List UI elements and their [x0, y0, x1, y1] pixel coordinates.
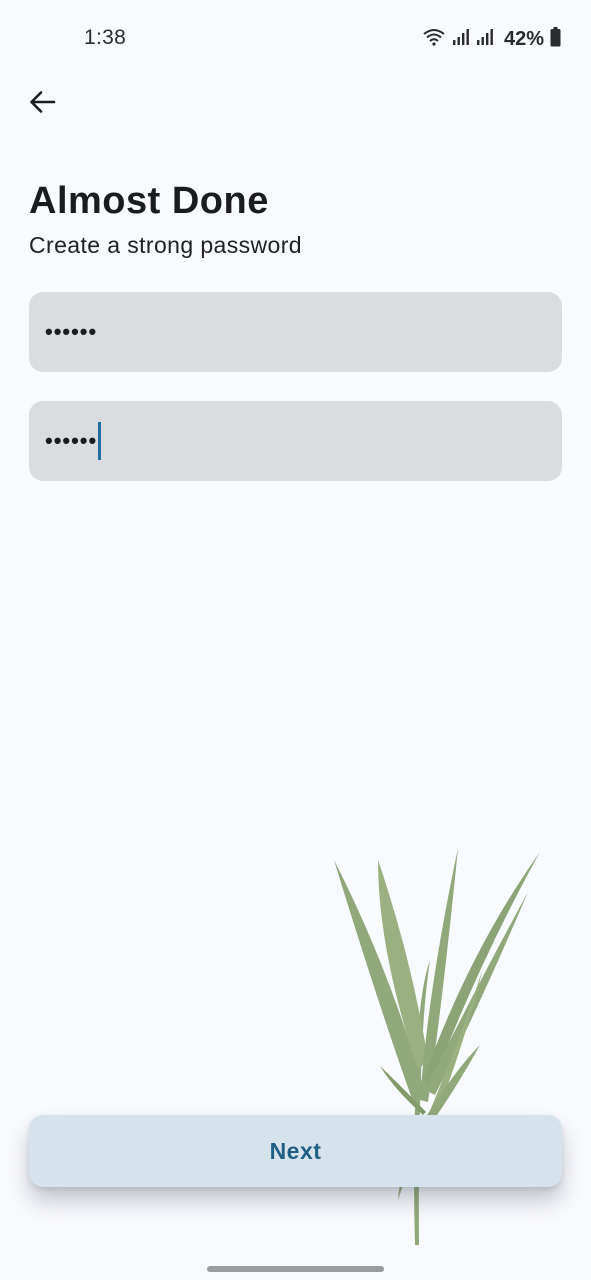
back-button[interactable]: [22, 84, 62, 124]
signal-icon: [452, 28, 470, 51]
status-bar: 1:38 42%: [0, 0, 591, 78]
plant-illustration: [334, 848, 540, 1245]
battery-icon: [550, 27, 561, 52]
home-indicator[interactable]: [207, 1266, 384, 1272]
next-button-label: Next: [269, 1137, 322, 1164]
confirm-password-field[interactable]: ••••••: [29, 401, 562, 481]
status-icons: 42%: [422, 27, 561, 52]
next-button[interactable]: Next: [29, 1115, 562, 1187]
password-field[interactable]: ••••••: [29, 292, 562, 372]
wifi-icon: [422, 28, 446, 51]
text-caret: [98, 422, 101, 460]
page-title: Almost Done: [29, 180, 269, 222]
signal-icon: [476, 28, 494, 51]
password-screen: 1:38 42% Almost Done Create a strong pas…: [0, 0, 591, 1280]
arrow-left-icon: [28, 90, 56, 119]
password-value: ••••••: [45, 319, 98, 344]
page-subtitle: Create a strong password: [29, 232, 302, 258]
status-time: 1:38: [84, 26, 127, 49]
battery-percent: 42%: [503, 28, 544, 50]
confirm-password-value: ••••••: [45, 428, 98, 453]
